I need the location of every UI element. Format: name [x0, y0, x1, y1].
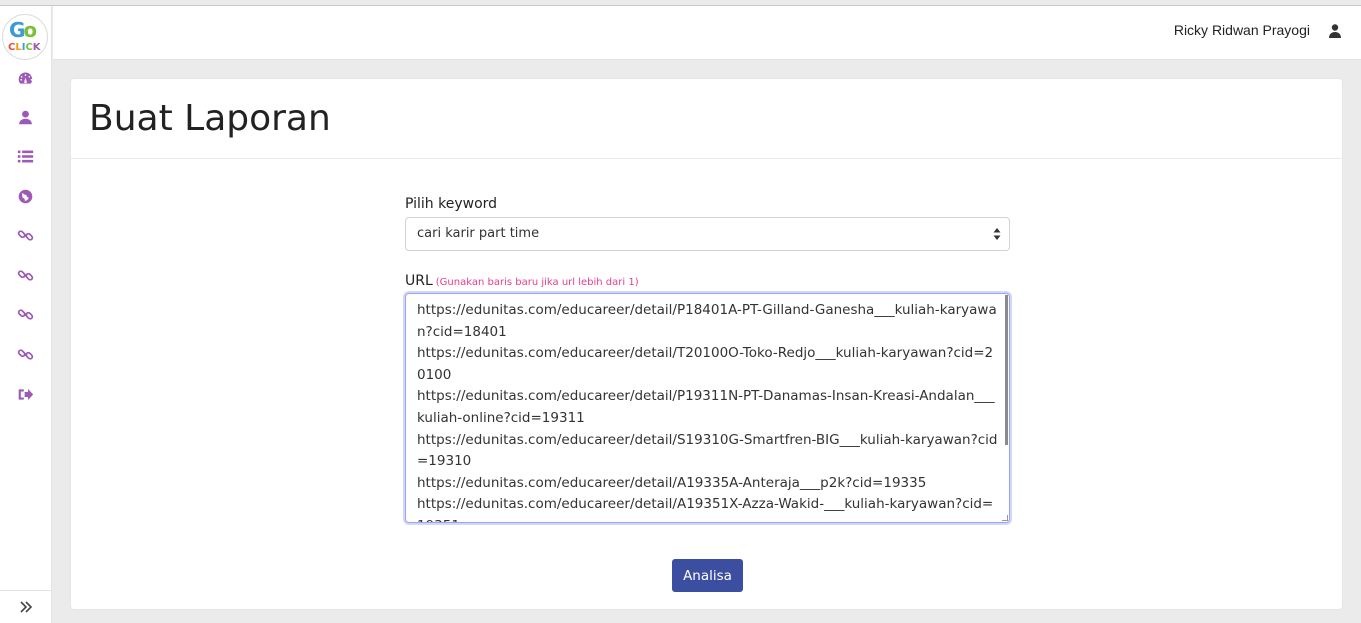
logo-text: CLICK: [8, 42, 41, 53]
report-card: Buat Laporan Pilih keyword cari karir pa…: [70, 78, 1343, 610]
link-icon[interactable]: [15, 304, 35, 324]
topbar: Ricky Ridwan Prayogi: [53, 6, 1361, 60]
sidebar-expand-button[interactable]: [0, 590, 52, 623]
link-icon[interactable]: [15, 265, 35, 285]
page-title: Buat Laporan: [89, 98, 331, 139]
sidebar: Go CLICK: [0, 6, 52, 623]
user-menu-icon[interactable]: [1329, 23, 1343, 38]
logout-icon[interactable]: [15, 384, 35, 404]
logo-mark: Go: [9, 18, 37, 42]
url-textarea[interactable]: https://edunitas.com/educareer/detail/P1…: [405, 293, 1010, 523]
url-label: URL: [405, 273, 433, 289]
globe-icon[interactable]: [15, 186, 35, 206]
link-icon[interactable]: [15, 344, 35, 364]
analisa-button[interactable]: Analisa: [672, 559, 743, 592]
keyword-select[interactable]: cari karir part time: [405, 217, 1010, 251]
list-icon[interactable]: [15, 146, 35, 166]
url-hint: (Gunakan baris baru jika url lebih dari …: [435, 277, 639, 288]
double-chevron-right-icon: [20, 601, 33, 613]
link-icon[interactable]: [15, 225, 35, 245]
user-icon[interactable]: [15, 107, 35, 127]
app-logo[interactable]: Go CLICK: [2, 14, 48, 60]
keyword-select-value: cari karir part time: [417, 226, 540, 241]
url-label-row: URL (Gunakan baris baru jika url lebih da…: [405, 273, 639, 289]
dashboard-icon[interactable]: [15, 68, 35, 88]
url-textarea-text: https://edunitas.com/educareer/detail/P1…: [417, 302, 998, 522]
keyword-label: Pilih keyword: [405, 196, 498, 212]
textarea-scrollbar[interactable]: [1005, 295, 1008, 445]
select-caret-icon: [993, 228, 1001, 240]
textarea-resize-handle[interactable]: [1002, 515, 1008, 521]
user-name[interactable]: Ricky Ridwan Prayogi: [1174, 22, 1310, 38]
card-header: Buat Laporan: [71, 79, 1342, 159]
